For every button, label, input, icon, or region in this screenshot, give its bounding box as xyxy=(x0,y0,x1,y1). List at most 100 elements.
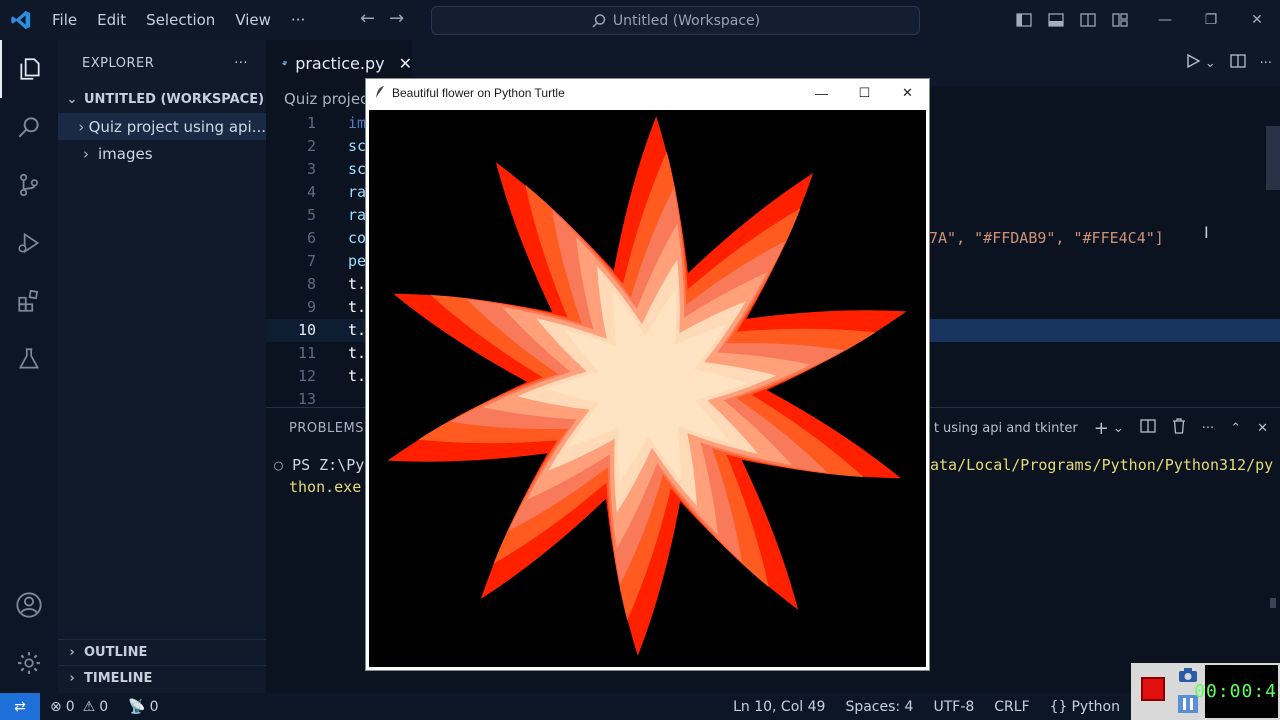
line-number: 6 xyxy=(306,229,316,247)
code-text: ra xyxy=(348,183,367,201)
turtle-canvas xyxy=(369,110,926,667)
error-count: 0 xyxy=(65,698,75,715)
trash-icon[interactable] xyxy=(1172,418,1186,438)
terminal-line-1: ○ PS Z:\Pyt xyxy=(274,456,374,474)
testing-flask-icon[interactable] xyxy=(0,330,58,388)
flower-drawing xyxy=(387,116,907,656)
chevron-down-icon[interactable]: ⌄ xyxy=(1113,421,1124,436)
tk-feather-icon xyxy=(374,85,386,102)
explorer-more-button[interactable]: ··· xyxy=(234,56,248,71)
explorer-icon[interactable] xyxy=(0,40,58,98)
line-number: 3 xyxy=(306,160,316,178)
python-file-icon xyxy=(282,60,287,66)
turtle-title-bar[interactable]: Beautiful flower on Python Turtle — ☐ ✕ xyxy=(366,79,929,107)
code-text: sc xyxy=(348,160,367,178)
code-text: im xyxy=(348,114,367,132)
toggle-panel-icon[interactable] xyxy=(1040,0,1072,40)
tab-label: practice.py xyxy=(295,53,385,73)
remote-indicator-icon[interactable]: ⇄ xyxy=(0,693,40,720)
source-control-icon[interactable] xyxy=(0,156,58,214)
terminal-prompt: PS Z:\Pyt xyxy=(292,456,374,474)
maximize-panel-icon[interactable]: ⌃ xyxy=(1230,421,1241,436)
line-number: 5 xyxy=(306,206,316,224)
ports-status[interactable]: 📡 0 xyxy=(118,699,168,715)
editor-more-icon[interactable]: ··· xyxy=(1260,56,1272,71)
warning-icon: ⚠ xyxy=(82,698,96,715)
screen-recorder-widget: 00:00:41 xyxy=(1131,663,1280,720)
language-mode[interactable]: {} Python xyxy=(1040,699,1130,715)
vscode-logo-icon xyxy=(0,0,42,40)
toggle-sidebar-icon[interactable] xyxy=(1008,0,1040,40)
line-number: 1 xyxy=(306,114,316,132)
menu-file[interactable]: File xyxy=(42,0,87,40)
account-icon[interactable] xyxy=(0,576,58,634)
line-number: 12 xyxy=(297,367,316,385)
explorer-title: EXPLORER xyxy=(82,55,155,71)
menu-view[interactable]: View xyxy=(225,0,281,40)
extensions-icon[interactable] xyxy=(0,272,58,330)
menu-selection[interactable]: Selection xyxy=(136,0,225,40)
editor-scrollbar[interactable] xyxy=(1266,126,1280,190)
line-number: 7 xyxy=(306,252,316,270)
chevron-right-icon: › xyxy=(69,671,75,686)
tree-item-images[interactable]: › images xyxy=(58,140,266,167)
explorer-sidebar: EXPLORER ··· ⌄ UNTITLED (WORKSPACE) › Qu… xyxy=(58,40,266,693)
chevron-right-icon: › xyxy=(78,117,85,136)
toggle-secondary-sidebar-icon[interactable] xyxy=(1072,0,1104,40)
minimize-icon[interactable]: — xyxy=(1142,0,1188,40)
back-arrow-icon[interactable]: ← xyxy=(360,8,375,29)
error-icon: ⊗ xyxy=(50,698,62,715)
code-text: t. xyxy=(348,321,367,339)
braces-icon: {} xyxy=(1049,698,1068,715)
panel-more-icon[interactable]: ··· xyxy=(1202,421,1214,436)
forward-arrow-icon[interactable]: → xyxy=(389,8,404,29)
outline-section[interactable]: › OUTLINE xyxy=(58,639,266,665)
activity-bar xyxy=(0,40,58,693)
split-terminal-icon[interactable] xyxy=(1140,418,1156,438)
code-text: t. xyxy=(348,367,367,385)
turtle-maximize-icon[interactable]: ☐ xyxy=(843,79,886,107)
timeline-section[interactable]: › TIMELINE xyxy=(58,665,266,691)
panel-scrollbar[interactable] xyxy=(1270,598,1276,608)
close-tab-icon[interactable]: ✕ xyxy=(399,54,412,73)
restore-icon[interactable]: ❐ xyxy=(1188,0,1234,40)
workspace-label: UNTITLED (WORKSPACE) xyxy=(84,92,265,107)
turtle-window[interactable]: Beautiful flower on Python Turtle — ☐ ✕ xyxy=(366,79,929,670)
tree-item-quiz-project[interactable]: › Quiz project using api... xyxy=(58,113,266,140)
indentation[interactable]: Spaces: 4 xyxy=(835,699,923,715)
code-text: t. xyxy=(348,298,367,316)
customize-layout-icon[interactable] xyxy=(1104,0,1136,40)
command-center-search[interactable]: Untitled (Workspace) xyxy=(431,6,920,35)
chevron-down-icon[interactable]: ⌄ xyxy=(1205,56,1216,71)
outline-label: OUTLINE xyxy=(84,645,148,660)
line-number: 8 xyxy=(306,275,316,293)
run-python-file-icon[interactable] xyxy=(1185,53,1201,73)
terminal-title: t using api and tkinter xyxy=(933,420,1078,436)
run-debug-icon[interactable] xyxy=(0,214,58,272)
split-editor-icon[interactable] xyxy=(1229,53,1246,73)
cursor-position[interactable]: Ln 10, Col 49 xyxy=(723,699,835,715)
tab-problems[interactable]: PROBLEMS xyxy=(289,421,364,436)
close-panel-icon[interactable]: ✕ xyxy=(1257,421,1268,436)
new-terminal-icon[interactable]: + xyxy=(1094,418,1109,439)
problems-status[interactable]: ⊗ 0 ⚠ 0 xyxy=(40,699,118,715)
record-stop-button[interactable] xyxy=(1141,677,1165,701)
warning-count: 0 xyxy=(99,698,109,715)
close-window-icon[interactable]: ✕ xyxy=(1234,0,1280,40)
line-ending[interactable]: CRLF xyxy=(984,699,1039,715)
code-text: sc xyxy=(348,137,367,155)
encoding[interactable]: UTF-8 xyxy=(923,699,984,715)
menu-edit[interactable]: Edit xyxy=(87,0,136,40)
code-line-6-tail: 7A", "#FFDAB9", "#FFE4C4"] xyxy=(929,227,1280,250)
search-activity-icon[interactable] xyxy=(0,98,58,156)
menu-more[interactable]: ··· xyxy=(281,0,315,40)
search-icon xyxy=(592,13,606,28)
turtle-close-icon[interactable]: ✕ xyxy=(886,79,929,107)
turtle-minimize-icon[interactable]: — xyxy=(800,79,843,107)
title-bar: File Edit Selection View ··· ← → Untitle… xyxy=(0,0,1280,40)
color-list-text: 7A", "#FFDAB9", "#FFE4C4"] xyxy=(929,229,1164,247)
status-bar: ⇄ ⊗ 0 ⚠ 0 📡 0 Ln 10, Col 49 Spaces: 4 UTF-8… xyxy=(0,693,1280,720)
workspace-folder[interactable]: ⌄ UNTITLED (WORKSPACE) xyxy=(58,86,266,113)
settings-gear-icon[interactable] xyxy=(0,634,58,692)
line-number: 2 xyxy=(306,137,316,155)
